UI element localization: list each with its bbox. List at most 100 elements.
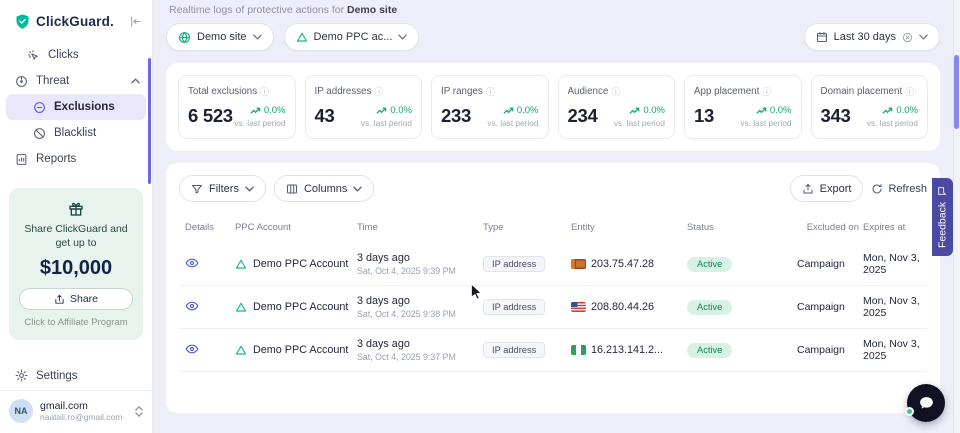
radar-icon — [15, 75, 28, 88]
logo-row: ClickGuard. — [0, 0, 152, 42]
window-scrollbar-track[interactable] — [953, 0, 960, 433]
online-status-dot — [905, 407, 914, 416]
window-scrollbar-thumb[interactable] — [954, 55, 959, 129]
chat-bubble-icon — [918, 395, 935, 412]
chevron-down-icon — [919, 31, 928, 43]
info-icon[interactable]: ⓘ — [611, 85, 620, 98]
type-badge: IP address — [483, 256, 545, 272]
column-header-entity[interactable]: Entity — [571, 222, 683, 233]
sidebar-nav: Clicks Threat Exclusions — [0, 42, 152, 172]
table-columns-icon — [286, 183, 298, 195]
stat-label: Audience — [568, 86, 609, 97]
stat-caption: vs. last period — [614, 118, 665, 128]
excluded-on-value: Campaign — [797, 344, 859, 356]
export-button-label: Export — [820, 183, 852, 195]
country-flag-icon — [571, 345, 586, 355]
view-details-eye-icon[interactable] — [185, 342, 199, 356]
info-icon[interactable]: ⓘ — [260, 85, 269, 98]
column-header-excluded-on[interactable]: Excluded on — [797, 222, 859, 233]
view-details-eye-icon[interactable] — [185, 256, 199, 270]
account-switcher[interactable]: NA gmail.com naatali.ro@gmail.com — [0, 390, 152, 433]
info-icon[interactable]: ⓘ — [486, 85, 495, 98]
affiliate-promo-card: Share ClickGuard and get up to $10,000 S… — [9, 188, 143, 340]
feedback-tab[interactable]: Feedback — [932, 178, 953, 256]
country-flag-icon — [571, 302, 586, 312]
stat-value: 233 — [441, 105, 471, 127]
globe-icon — [178, 31, 191, 44]
site-filter-dropdown[interactable]: Demo site — [166, 23, 274, 51]
stat-value: 13 — [694, 105, 714, 127]
column-header-type[interactable]: Type — [483, 222, 567, 233]
sidebar-item-label: Blacklist — [54, 127, 96, 139]
filter-row: Demo site Demo PPC ac... Last 30 days — [166, 23, 940, 51]
ppc-account-filter-dropdown[interactable]: Demo PPC ac... — [284, 23, 420, 51]
date-filter-label: Last 30 days — [834, 31, 896, 43]
google-ads-triangle-icon — [296, 31, 308, 43]
view-details-eye-icon[interactable] — [185, 299, 199, 313]
filters-button-label: Filters — [209, 183, 239, 195]
collapse-sidebar-icon[interactable] — [129, 15, 142, 28]
stat-label: Total exclusions — [188, 86, 257, 97]
sidebar-item-settings[interactable]: Settings — [0, 361, 152, 390]
trending-up-icon — [250, 107, 261, 115]
filters-button[interactable]: Filters — [179, 175, 266, 202]
excluded-on-value: Campaign — [797, 258, 859, 270]
sidebar-item-exclusions[interactable]: Exclusions — [6, 94, 146, 120]
status-badge: Active — [687, 300, 732, 315]
affiliate-program-link[interactable]: Click to Affiliate Program — [19, 317, 133, 328]
chevron-down-icon — [398, 31, 407, 43]
clear-date-filter-icon[interactable] — [902, 32, 913, 43]
chevron-up-icon[interactable] — [131, 75, 140, 87]
sidebar-item-clicks[interactable]: Clicks — [0, 42, 152, 68]
stat-value: 43 — [315, 105, 335, 127]
sidebar-item-reports[interactable]: Reports — [0, 146, 152, 172]
sidebar-scrollbar-thumb[interactable] — [148, 58, 151, 184]
column-header-status[interactable]: Status — [687, 222, 793, 233]
info-icon[interactable]: ⓘ — [375, 85, 384, 98]
table-toolbar: Filters Columns Export Refresh — [179, 175, 927, 202]
column-header-ppc-account[interactable]: PPC Account — [235, 222, 353, 233]
time-exact: Sat, Oct 4, 2025 9:39 PM — [357, 266, 479, 276]
google-ads-triangle-icon — [235, 258, 247, 270]
info-icon[interactable]: ⓘ — [762, 85, 771, 98]
circle-slash-icon — [33, 127, 46, 140]
info-icon[interactable]: ⓘ — [905, 85, 914, 98]
stat-card-ip-ranges: IP rangesⓘ 233 0.0% vs. last period — [431, 75, 549, 139]
main-content: Realtime logs of protective actions for … — [153, 0, 960, 433]
google-ads-triangle-icon — [235, 301, 247, 313]
promo-message: Share ClickGuard and get up to — [19, 222, 133, 250]
expires-at-value: Mon, Nov 3, 2025 — [863, 338, 921, 362]
sidebar-item-blacklist[interactable]: Blacklist — [0, 120, 152, 146]
stat-card-audience: Audienceⓘ 234 0.0% vs. last period — [558, 75, 676, 139]
stat-label: IP ranges — [441, 86, 483, 97]
trending-up-icon — [756, 107, 767, 115]
sidebar-item-label: Threat — [36, 75, 69, 87]
sidebar: ClickGuard. Clicks Threat — [0, 0, 153, 433]
feedback-tab-label: Feedback — [937, 201, 949, 247]
share-button[interactable]: Share — [19, 288, 133, 310]
column-header-details[interactable]: Details — [185, 222, 231, 233]
chevron-down-icon — [253, 31, 262, 43]
stat-value: 234 — [568, 105, 598, 127]
entity-value: 208.80.44.26 — [591, 301, 654, 313]
export-button[interactable]: Export — [790, 175, 864, 202]
columns-button-label: Columns — [304, 183, 347, 195]
chat-widget-button[interactable] — [907, 384, 945, 422]
table-row[interactable]: Demo PPC Account 3 days agoSat, Oct 4, 2… — [179, 329, 927, 372]
stat-value: 343 — [821, 105, 851, 127]
stat-caption: vs. last period — [234, 118, 285, 128]
column-header-expires-at[interactable]: Expires at — [863, 222, 921, 233]
stat-card-total-exclusions: Total exclusionsⓘ 6 523 0.0% vs. last pe… — [178, 75, 296, 139]
stat-value: 6 523 — [188, 105, 233, 127]
refresh-button-label: Refresh — [888, 183, 927, 195]
table-row[interactable]: Demo PPC Account 3 days agoSat, Oct 4, 2… — [179, 286, 927, 329]
date-range-dropdown[interactable]: Last 30 days — [804, 23, 940, 51]
refresh-button[interactable]: Refresh — [871, 183, 927, 195]
column-header-time[interactable]: Time — [357, 222, 479, 233]
sidebar-item-threat[interactable]: Threat — [0, 68, 152, 94]
table-row[interactable]: Demo PPC Account 3 days agoSat, Oct 4, 2… — [179, 243, 927, 286]
columns-button[interactable]: Columns — [274, 175, 374, 202]
stat-card-ip-addresses: IP addressesⓘ 43 0.0% vs. last period — [305, 75, 423, 139]
stat-caption: vs. last period — [361, 118, 412, 128]
stat-card-domain-placement: Domain placementⓘ 343 0.0% vs. last peri… — [811, 75, 929, 139]
